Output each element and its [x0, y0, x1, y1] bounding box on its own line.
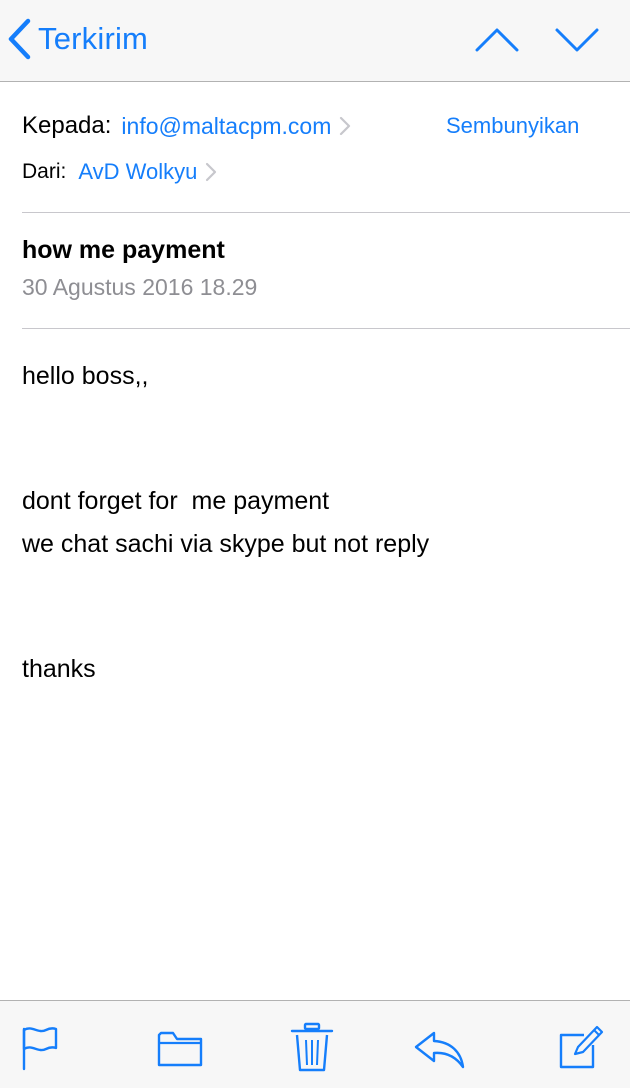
- back-button-label: Terkirim: [38, 21, 149, 56]
- header-divider: [22, 212, 630, 213]
- folder-icon[interactable]: [156, 1021, 204, 1073]
- body-line: hello boss,,: [22, 362, 149, 390]
- to-label: Kepada:: [22, 112, 112, 139]
- from-row: Dari: AvD Wolkyu: [22, 157, 217, 187]
- to-address[interactable]: info@maltacpm.com: [121, 113, 331, 140]
- to-row: Kepada: info@maltacpm.com: [22, 110, 351, 142]
- flag-icon[interactable]: [16, 1021, 64, 1073]
- reply-icon[interactable]: [412, 1021, 466, 1073]
- chevron-right-icon: [340, 116, 351, 136]
- navigation-bar: Terkirim: [0, 0, 630, 82]
- body-line: dont forget for me payment: [22, 487, 330, 515]
- body-line: thanks: [22, 655, 96, 683]
- chevron-up-icon[interactable]: [474, 22, 520, 58]
- subject-divider: [22, 328, 630, 329]
- compose-icon[interactable]: [556, 1021, 604, 1073]
- message-date: 30 Agustus 2016 18.29: [22, 274, 258, 300]
- trash-icon[interactable]: [288, 1021, 336, 1073]
- chevron-down-icon[interactable]: [554, 22, 600, 58]
- hide-details-button[interactable]: Sembunyikan: [446, 112, 579, 140]
- body-line: we chat sachi via skype but not reply: [22, 530, 430, 558]
- from-name[interactable]: AvD Wolkyu: [78, 159, 197, 185]
- bottom-toolbar: [0, 1000, 630, 1088]
- chevron-right-icon: [206, 162, 217, 182]
- message-subject: how me payment: [22, 236, 225, 264]
- back-button[interactable]: Terkirim: [6, 18, 148, 60]
- hide-details-label: Sembunyikan: [446, 113, 580, 138]
- from-label: Dari:: [22, 160, 67, 183]
- chevron-left-icon: [8, 18, 31, 60]
